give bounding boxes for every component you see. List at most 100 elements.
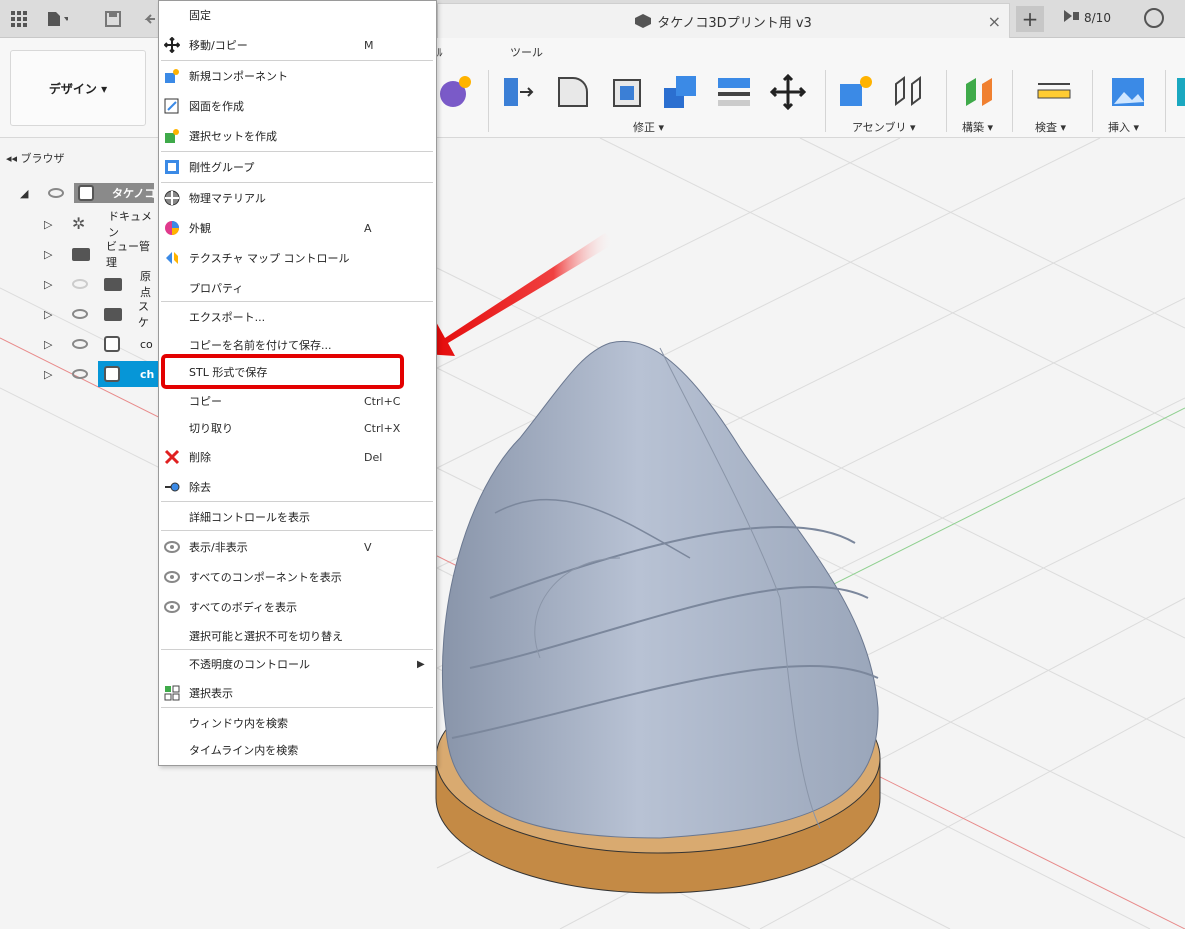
menu-item-rigid-group[interactable]: 剛性グループ bbox=[159, 153, 436, 181]
eye-icon[interactable] bbox=[48, 188, 64, 198]
tree-row-body-co[interactable]: ▷ co bbox=[0, 331, 158, 357]
eye-icon[interactable] bbox=[72, 309, 88, 319]
expand-triangle-icon[interactable]: ▷ bbox=[44, 218, 52, 231]
file-menu-icon[interactable] bbox=[46, 8, 68, 30]
plane-icon[interactable] bbox=[962, 74, 998, 110]
measure-icon[interactable] bbox=[1036, 74, 1072, 110]
menu-item-export[interactable]: エクスポート... bbox=[159, 303, 436, 331]
menu-item-physical-material[interactable]: 物理マテリアル bbox=[159, 184, 436, 212]
tree-row-root[interactable]: ◢ タケノコ bbox=[0, 180, 158, 206]
menu-item-copy[interactable]: コピー Ctrl+C bbox=[159, 387, 436, 415]
folder-icon bbox=[72, 248, 90, 261]
menu-separator bbox=[161, 501, 433, 502]
menu-item-delete[interactable]: 削除 Del bbox=[159, 443, 436, 471]
menu-item-move-copy[interactable]: 移動/コピー M bbox=[159, 31, 436, 59]
move-copy-icon[interactable] bbox=[769, 73, 807, 111]
menu-item-opacity-control[interactable]: 不透明度のコントロール ▶ bbox=[159, 650, 436, 678]
tree-row-origin[interactable]: ▷ 原点 bbox=[0, 270, 158, 299]
folder-icon bbox=[104, 278, 122, 291]
menu-item-label: 移動/コピー bbox=[189, 39, 248, 52]
insert-image-icon[interactable] bbox=[1110, 74, 1146, 110]
menu-item-pin[interactable]: 固定 bbox=[159, 1, 436, 29]
workspace-switcher[interactable]: デザイン ▾ bbox=[10, 50, 146, 126]
menu-item-label: 詳細コントロールを表示 bbox=[189, 511, 310, 524]
menu-item-appearance[interactable]: 外観 A bbox=[159, 214, 436, 242]
separator bbox=[488, 70, 489, 132]
joint-icon[interactable] bbox=[890, 74, 926, 110]
menu-item-new-component[interactable]: 新規コンポーネント bbox=[159, 62, 436, 90]
new-tab-button[interactable]: + bbox=[1016, 6, 1044, 32]
expand-triangle-icon[interactable]: ▷ bbox=[44, 278, 52, 291]
eye-icon[interactable] bbox=[72, 339, 88, 349]
tree-row-sketches[interactable]: ▷ スケ bbox=[0, 300, 158, 329]
tree-label: ビュー管理 bbox=[106, 240, 150, 269]
job-count: 8/10 bbox=[1084, 10, 1111, 25]
menu-item-label: 固定 bbox=[189, 9, 211, 22]
menu-item-create-selection-set[interactable]: 選択セットを作成 bbox=[159, 122, 436, 150]
fillet-icon[interactable] bbox=[555, 74, 591, 110]
app-grid-icon[interactable] bbox=[8, 8, 30, 30]
shell-icon[interactable] bbox=[610, 74, 646, 110]
menu-item-show-hide[interactable]: 表示/非表示 V bbox=[159, 533, 436, 561]
menu-item-shortcut: Ctrl+C bbox=[364, 394, 401, 408]
expand-triangle-icon[interactable]: ▷ bbox=[44, 338, 52, 351]
menu-item-texture-map[interactable]: テクスチャ マップ コントロール bbox=[159, 244, 436, 272]
sphere-tool-icon[interactable] bbox=[437, 74, 473, 110]
menu-item-shortcut: Ctrl+X bbox=[364, 421, 401, 435]
menu-item-find-in-timeline[interactable]: タイムライン内を検索 bbox=[159, 736, 436, 764]
material-ball-icon bbox=[164, 190, 180, 206]
tree-label: 原点 bbox=[140, 270, 151, 299]
job-status[interactable]: 8/10 bbox=[1062, 8, 1111, 27]
menu-separator bbox=[161, 707, 433, 708]
eye-hidden-icon[interactable] bbox=[72, 279, 88, 289]
browser-header[interactable]: ◂◂ ブラウザ bbox=[0, 146, 158, 170]
menu-item-shortcut: Del bbox=[364, 450, 383, 464]
menu-item-show-all-components[interactable]: すべてのコンポーネントを表示 bbox=[159, 563, 436, 591]
press-pull-icon[interactable] bbox=[500, 74, 536, 110]
tree-row-named-views[interactable]: ▷ ビュー管理 bbox=[0, 240, 158, 269]
group-label-assemble[interactable]: アセンブリ ▾ bbox=[852, 119, 915, 135]
expand-triangle-icon[interactable]: ▷ bbox=[44, 308, 52, 321]
new-component-icon[interactable] bbox=[838, 74, 874, 110]
group-label-construct[interactable]: 構築 ▾ bbox=[962, 119, 993, 135]
group-label-insert[interactable]: 挿入 ▾ bbox=[1108, 119, 1139, 135]
expand-triangle-icon[interactable]: ▷ bbox=[44, 248, 52, 261]
eye-icon[interactable] bbox=[72, 369, 88, 379]
delete-x-icon bbox=[164, 449, 180, 465]
clock-icon[interactable] bbox=[1144, 8, 1164, 28]
menu-item-label: タイムライン内を検索 bbox=[189, 744, 299, 757]
menu-item-show-detail-controls[interactable]: 詳細コントロールを表示 bbox=[159, 503, 436, 531]
menu-item-label: 剛性グループ bbox=[189, 161, 255, 174]
tree-row-document-settings[interactable]: ▷ ✲ ドキュメン bbox=[0, 210, 158, 239]
menu-item-label: 不透明度のコントロール bbox=[189, 658, 310, 671]
menu-separator bbox=[161, 530, 433, 531]
collapse-triangle-icon[interactable]: ◢ bbox=[20, 187, 28, 200]
offset-face-icon[interactable] bbox=[716, 74, 752, 110]
tree-label: タケノコ bbox=[112, 187, 156, 200]
group-label-inspect[interactable]: 検査 ▾ bbox=[1035, 119, 1066, 135]
make-tool-icon[interactable] bbox=[1177, 74, 1185, 110]
menu-item-show-all-bodies[interactable]: すべてのボディを表示 bbox=[159, 593, 436, 621]
combine-icon[interactable] bbox=[662, 74, 698, 110]
group-label-modify[interactable]: 修正 ▾ bbox=[633, 119, 664, 135]
document-tab[interactable]: タケノコ3Dプリント用 v3 × bbox=[437, 3, 1010, 38]
expand-triangle-icon[interactable]: ▷ bbox=[44, 368, 52, 381]
annotation-highlight-box bbox=[161, 354, 404, 389]
menu-separator bbox=[161, 151, 433, 152]
menu-item-remove[interactable]: 除去 bbox=[159, 473, 436, 501]
separator bbox=[946, 70, 947, 132]
save-icon[interactable] bbox=[102, 8, 124, 30]
menu-item-properties[interactable]: プロパティ bbox=[159, 274, 436, 302]
remove-icon bbox=[164, 479, 180, 495]
ribbon-tab-surface[interactable]: ﾙ bbox=[437, 44, 443, 60]
ribbon-tab-tools[interactable]: ツール bbox=[510, 44, 543, 60]
close-icon[interactable]: × bbox=[988, 12, 1001, 31]
menu-item-label: プロパティ bbox=[189, 282, 244, 295]
menu-item-toggle-selectable[interactable]: 選択可能と選択不可を切り替え bbox=[159, 622, 436, 650]
tree-row-body-ch[interactable]: ▷ ch bbox=[0, 361, 158, 387]
menu-item-label: 表示/非表示 bbox=[189, 541, 248, 554]
menu-item-find-in-window[interactable]: ウィンドウ内を検索 bbox=[159, 709, 436, 737]
menu-item-select-display[interactable]: 選択表示 bbox=[159, 679, 436, 707]
menu-item-cut[interactable]: 切り取り Ctrl+X bbox=[159, 414, 436, 442]
menu-item-create-drawing[interactable]: 図面を作成 bbox=[159, 92, 436, 120]
